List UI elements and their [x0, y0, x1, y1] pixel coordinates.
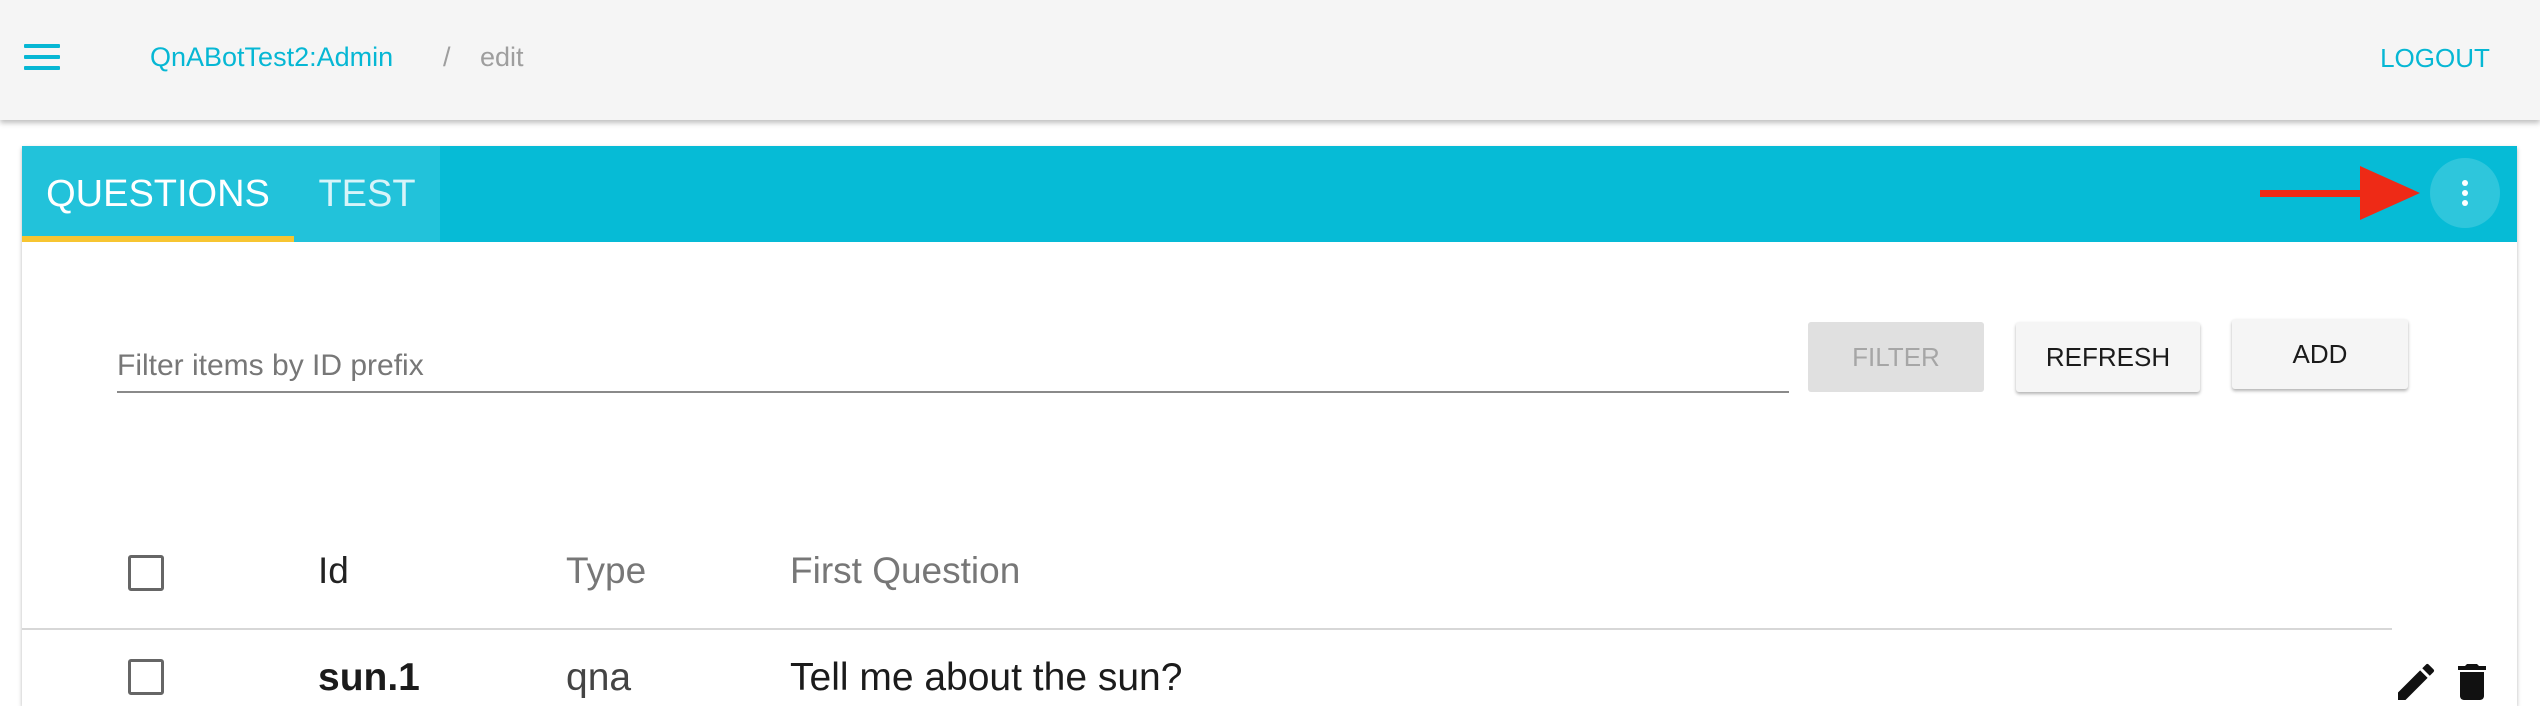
breadcrumb-root[interactable]: QnABotTest2:Admin: [150, 42, 393, 73]
filter-button[interactable]: FILTER: [1808, 322, 1984, 392]
table-header-divider: [22, 628, 2392, 630]
tab-test[interactable]: TEST: [294, 146, 440, 242]
row-type: qna: [566, 656, 632, 699]
tab-bar: QUESTIONS TEST: [22, 146, 2517, 242]
logout-button[interactable]: LOGOUT: [2360, 28, 2510, 88]
red-arrow-icon: [2260, 166, 2420, 220]
edit-icon[interactable]: [2392, 658, 2440, 706]
column-header-id[interactable]: Id: [318, 550, 349, 592]
column-header-type[interactable]: Type: [566, 550, 646, 592]
add-button[interactable]: ADD: [2232, 319, 2408, 389]
delete-icon[interactable]: [2448, 658, 2496, 706]
tab-questions[interactable]: QUESTIONS: [22, 146, 294, 242]
app-toolbar: QnABotTest2:Admin / edit LOGOUT: [0, 0, 2540, 120]
questions-card: QUESTIONS TEST FILTER REFRESH ADD Id Typ…: [22, 146, 2517, 706]
row-id[interactable]: sun.1: [318, 656, 420, 700]
row-checkbox[interactable]: [128, 659, 164, 695]
select-all-checkbox[interactable]: [128, 555, 164, 591]
active-tab-indicator: [22, 236, 294, 242]
menu-icon[interactable]: [14, 38, 70, 78]
breadcrumb-separator: /: [443, 42, 451, 72]
row-first-question: Tell me about the sun?: [790, 656, 1183, 699]
breadcrumb-current: edit: [480, 42, 524, 72]
column-header-first-question[interactable]: First Question: [790, 550, 1020, 592]
more-vert-icon[interactable]: [2430, 158, 2500, 228]
refresh-button[interactable]: REFRESH: [2016, 322, 2200, 392]
filter-input[interactable]: [117, 341, 1789, 393]
tab-group: QUESTIONS TEST: [22, 146, 440, 242]
